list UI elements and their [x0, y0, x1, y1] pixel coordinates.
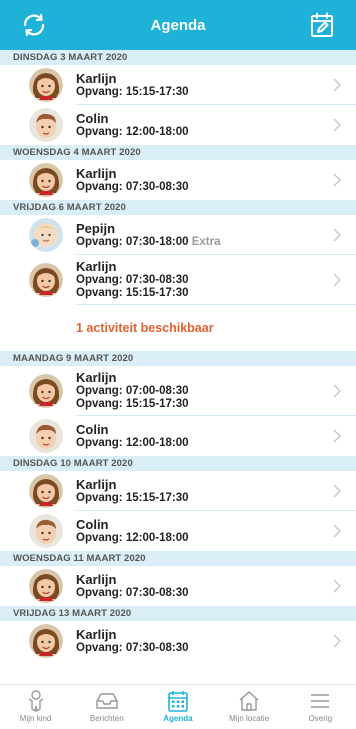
chevron-right-icon	[333, 173, 341, 187]
nav-label: Agenda	[163, 714, 193, 723]
home-icon	[239, 691, 259, 711]
day-header: VRIJDAG 6 MAART 2020	[0, 200, 356, 215]
refresh-icon	[23, 13, 45, 37]
top-bar: Agenda	[0, 0, 356, 50]
child-name: Karlijn	[76, 259, 117, 274]
agenda-entry[interactable]: Karlijn Opvang: 07:30-08:30	[0, 621, 356, 661]
activity-available-link[interactable]: 1 activiteit beschikbaar	[0, 305, 356, 351]
agenda-entry[interactable]: Karlijn Opvang: 07:00-08:30 Opvang: 15:15-…	[0, 366, 356, 416]
child-icon	[28, 690, 43, 713]
care-time: Opvang: 12:00-18:00	[76, 531, 189, 544]
chevron-right-icon	[333, 228, 341, 242]
care-time: Opvang: 15:15-17:30	[76, 287, 189, 299]
day-header: VRIJDAG 13 MAART 2020	[0, 606, 356, 621]
agenda-entry[interactable]: Karlijn Opvang: 15:15-17:30	[0, 65, 356, 105]
child-name: Karlijn	[76, 476, 117, 492]
agenda-entry[interactable]: Karlijn Opvang: 07:30-08:30 Opvang: 15:15-…	[0, 255, 356, 305]
calendar-icon	[168, 691, 188, 712]
agenda-entry[interactable]: Pepijn Opvang: 07:30-18:00 Extra	[0, 215, 356, 255]
day-header: WOENSDAG 11 MAART 2020	[0, 551, 356, 566]
inbox-icon	[96, 693, 118, 709]
agenda-entry[interactable]: Karlijn Opvang: 15:15-17:30	[0, 471, 356, 511]
nav-label: Mijn locatie	[229, 714, 270, 723]
care-time: Opvang: 07:30-18:00 Extra	[76, 235, 221, 248]
chevron-right-icon	[333, 634, 341, 648]
care-time: Opvang: 15:15-17:30	[76, 85, 189, 98]
care-time: Opvang: 07:30-08:30	[76, 641, 189, 654]
divider	[76, 304, 356, 305]
chevron-right-icon	[333, 78, 341, 92]
care-time: Opvang: 15:15-17:30	[76, 398, 189, 410]
child-name: Colin	[76, 421, 109, 437]
agenda-entry[interactable]: Colin Opvang: 12:00-18:00	[0, 511, 356, 551]
care-time: Opvang: 12:00-18:00	[76, 436, 189, 449]
child-avatar	[29, 108, 63, 142]
child-avatar	[29, 474, 63, 508]
edit-calendar-icon	[311, 12, 333, 37]
chevron-right-icon	[333, 579, 341, 593]
child-avatar	[29, 263, 63, 297]
care-time: Opvang: 07:30-08:30	[76, 274, 189, 286]
child-name: Karlijn	[76, 165, 117, 181]
bottom-navigation: Mijn kind Berichten Agenda Mijn locatie	[0, 684, 356, 729]
nav-label: Berichten	[89, 714, 124, 723]
care-time: Opvang: 12:00-18:00	[76, 125, 189, 138]
child-avatar	[29, 68, 63, 102]
agenda-entry[interactable]: Karlijn Opvang: 07:30-08:30	[0, 160, 356, 200]
refresh-button[interactable]	[18, 9, 50, 41]
nav-agenda[interactable]: Agenda	[143, 685, 213, 723]
care-time: Opvang: 07:00-08:30	[76, 385, 189, 397]
child-avatar	[29, 624, 63, 658]
child-avatar	[29, 163, 63, 197]
care-time: Opvang: 07:30-08:30	[76, 180, 189, 193]
nav-label: Overig	[308, 714, 333, 723]
chevron-right-icon	[333, 484, 341, 498]
child-avatar	[29, 419, 63, 453]
child-avatar	[29, 569, 63, 603]
day-header: MAANDAG 9 MAART 2020	[0, 351, 356, 366]
agenda-entry[interactable]: Colin Opvang: 12:00-18:00	[0, 105, 356, 145]
child-avatar	[29, 374, 63, 408]
agenda-list[interactable]: DINSDAG 3 MAART 2020 Karlijn Opvang: 15:15…	[0, 50, 356, 684]
care-time: Opvang: 07:30-08:30	[76, 586, 189, 599]
nav-mijn-locatie[interactable]: Mijn locatie	[214, 685, 284, 723]
extra-tag: Extra	[191, 235, 221, 248]
child-avatar	[29, 218, 63, 252]
day-header: DINSDAG 10 MAART 2020	[0, 456, 356, 471]
child-name: Karlijn	[76, 70, 117, 86]
nav-berichten[interactable]: Berichten	[72, 685, 142, 723]
menu-icon	[311, 694, 330, 708]
day-header: DINSDAG 3 MAART 2020	[0, 50, 356, 65]
child-name: Pepijn	[76, 220, 116, 236]
page-title: Agenda	[150, 16, 206, 34]
nav-label: Mijn kind	[19, 714, 52, 723]
child-name: Karlijn	[76, 370, 117, 385]
nav-mijn-kind[interactable]: Mijn kind	[1, 685, 71, 723]
child-name: Colin	[76, 516, 109, 532]
child-name: Karlijn	[76, 571, 117, 587]
child-name: Karlijn	[76, 626, 117, 642]
child-name: Colin	[76, 110, 109, 126]
agenda-entry[interactable]: Karlijn Opvang: 07:30-08:30	[0, 566, 356, 606]
nav-overig[interactable]: Overig	[285, 685, 355, 723]
chevron-right-icon	[333, 384, 341, 398]
child-avatar	[29, 514, 63, 548]
agenda-entry[interactable]: Colin Opvang: 12:00-18:00	[0, 416, 356, 456]
edit-calendar-button[interactable]	[306, 9, 338, 41]
chevron-right-icon	[333, 524, 341, 538]
day-header: WOENSDAG 4 MAART 2020	[0, 145, 356, 160]
care-time: Opvang: 15:15-17:30	[76, 491, 189, 504]
chevron-right-icon	[333, 118, 341, 132]
chevron-right-icon	[333, 429, 341, 443]
chevron-right-icon	[333, 273, 341, 287]
